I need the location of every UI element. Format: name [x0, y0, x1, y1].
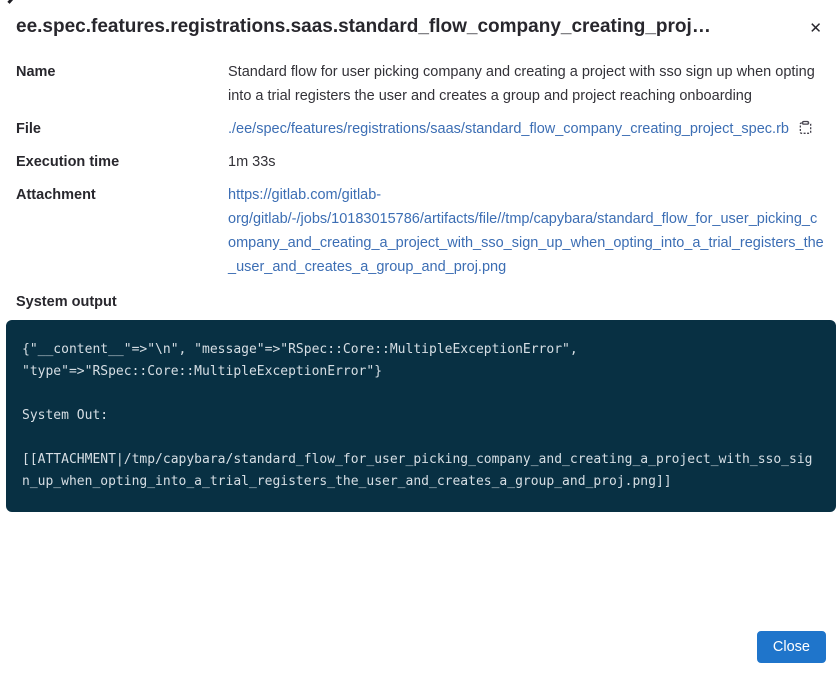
close-icon[interactable]: ✕ — [807, 15, 824, 43]
field-label-name: Name — [16, 60, 228, 108]
field-label-execution-time: Execution time — [16, 150, 228, 174]
field-value-name: Standard flow for user picking company a… — [228, 60, 824, 108]
field-label-file: File — [16, 117, 228, 141]
test-detail-fields: Name Standard flow for user picking comp… — [16, 60, 824, 279]
attachment-link[interactable]: https://gitlab.com/gitlab-org/gitlab/-/j… — [228, 187, 824, 275]
field-value-execution-time: 1m 33s — [228, 150, 824, 174]
file-path-link[interactable]: ./ee/spec/features/registrations/saas/st… — [228, 121, 789, 137]
copy-file-path-button[interactable] — [798, 120, 813, 138]
modal-header: ee.spec.features.registrations.saas.stan… — [0, 0, 840, 43]
modal-footer: Close — [757, 631, 826, 663]
field-value-file: ./ee/spec/features/registrations/saas/st… — [228, 117, 824, 141]
copy-to-clipboard-icon — [798, 120, 813, 135]
field-label-attachment: Attachment — [16, 183, 228, 279]
close-button[interactable]: Close — [757, 631, 826, 663]
field-value-attachment: https://gitlab.com/gitlab-org/gitlab/-/j… — [228, 183, 824, 279]
modal-body: Name Standard flow for user picking comp… — [0, 43, 840, 512]
system-output-block: {"__content__"=>"\n", "message"=>"RSpec:… — [6, 320, 836, 512]
system-output-heading: System output — [16, 292, 824, 312]
modal-title: ee.spec.features.registrations.saas.stan… — [16, 13, 797, 41]
